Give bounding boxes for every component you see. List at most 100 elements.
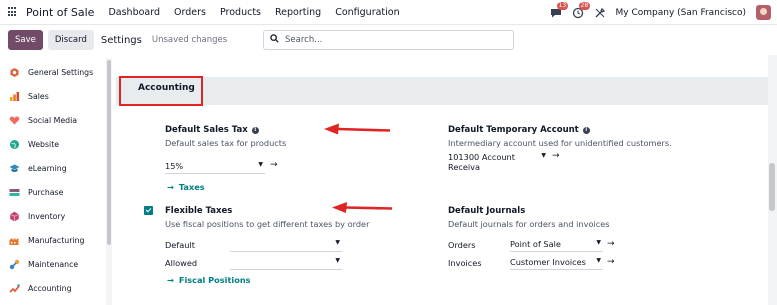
company-switcher[interactable]: My Company (San Francisco) <box>616 8 746 18</box>
wrench-icon <box>9 259 20 270</box>
discard-button[interactable]: Discard <box>47 30 94 50</box>
menu-reporting[interactable]: Reporting <box>275 7 321 18</box>
sidebar-item-general-settings[interactable]: General Settings <box>0 63 106 81</box>
sidebar-item-elearning[interactable]: eLearning <box>0 159 106 177</box>
menu-configuration[interactable]: Configuration <box>335 7 399 18</box>
apps-menu-icon[interactable] <box>8 7 18 17</box>
globe-icon <box>9 139 20 150</box>
box-icon <box>9 211 20 222</box>
systray: 13 28 My Company (San Francisco) <box>550 0 771 25</box>
user-avatar[interactable] <box>756 5 771 20</box>
arrow-right-icon: → <box>167 182 174 192</box>
accounting-icon <box>9 283 20 294</box>
sidebar-item-manufacturing[interactable]: Manufacturing <box>0 231 106 249</box>
app-brand[interactable]: Point of Sale <box>26 6 94 19</box>
activity-clock-icon[interactable]: 28 <box>572 1 591 19</box>
sidebar-item-label: General Settings <box>28 67 94 77</box>
invoices-journal-value: Customer Invoices <box>510 257 586 267</box>
orders-journal-value: Point of Sale <box>510 239 561 249</box>
heart-icon <box>9 115 20 126</box>
page-title: Settings <box>100 34 142 46</box>
sidebar-item-label: Social Media <box>28 115 78 125</box>
red-annotation-arrow <box>324 123 391 135</box>
internal-link-arrow-icon[interactable]: → <box>607 239 615 249</box>
search-box[interactable] <box>263 30 514 50</box>
internal-link-arrow-icon[interactable]: → <box>270 160 278 170</box>
messages-icon[interactable]: 13 <box>550 1 569 19</box>
allowed-fiscal-positions-select[interactable]: ▼ <box>230 257 342 270</box>
menu-products[interactable]: Products <box>220 7 261 18</box>
sidebar-item-label: Purchase <box>28 187 64 197</box>
search-icon <box>270 34 279 46</box>
default-sales-tax-description: Default sales tax for products <box>165 138 287 148</box>
default-temporary-account-title: Default Temporary Account <box>448 125 579 135</box>
debug-tools-icon[interactable] <box>594 7 606 19</box>
highlight-box <box>119 76 203 106</box>
default-sales-tax-title: Default Sales Tax <box>165 125 248 135</box>
chevron-down-icon: ▼ <box>335 239 340 246</box>
purchase-icon <box>9 187 20 198</box>
chevron-down-icon: ▼ <box>596 257 601 264</box>
chevron-down-icon: ▼ <box>596 239 601 246</box>
default-sales-tax-value: 15% <box>165 161 184 171</box>
default-sales-tax-label: Default Sales Tax i <box>165 125 259 135</box>
settings-sidebar: General Settings Sales Social Media Webs… <box>0 58 108 305</box>
fiscal-positions-link[interactable]: → Fiscal Positions <box>167 275 251 285</box>
save-button[interactable]: Save <box>8 30 43 50</box>
invoices-journal-select[interactable]: Customer Invoices ▼ <box>510 257 603 270</box>
flexible-taxes-checkbox[interactable] <box>144 206 153 215</box>
info-icon[interactable]: i <box>582 127 590 134</box>
orders-journal-label: Orders <box>448 240 476 250</box>
sidebar-item-label: Website <box>28 139 60 149</box>
default-sales-tax-select[interactable]: 15% ▼ <box>165 161 265 174</box>
flexible-taxes-description: Use fiscal positions to get different ta… <box>165 219 370 229</box>
sidebar-item-label: eLearning <box>28 163 67 173</box>
default-journals-label: Default Journals <box>448 206 526 216</box>
graduation-icon <box>9 163 20 174</box>
sidebar-item-maintenance[interactable]: Maintenance <box>0 255 106 273</box>
activity-badge: 28 <box>578 1 591 10</box>
sales-chart-icon <box>9 91 20 102</box>
default-temporary-account-label: Default Temporary Account i <box>448 125 590 135</box>
taxes-link-label: Taxes <box>178 182 205 192</box>
top-navbar: Point of Sale Dashboard Orders Products … <box>0 0 777 25</box>
orders-journal-select[interactable]: Point of Sale ▼ <box>510 239 603 252</box>
default-fiscal-position-label: Default <box>165 240 195 250</box>
arrow-right-icon: → <box>167 275 174 285</box>
menu-orders[interactable]: Orders <box>174 7 206 18</box>
main-scrollbar-thumb[interactable] <box>769 163 775 211</box>
red-annotation-arrow <box>332 202 393 213</box>
info-icon[interactable]: i <box>251 127 259 134</box>
default-temporary-account-select[interactable]: 101300 Account Receiva ▼ <box>448 152 548 172</box>
sidebar-item-label: Maintenance <box>28 259 79 269</box>
internal-link-arrow-icon[interactable]: → <box>607 257 615 267</box>
gear-icon <box>9 67 20 78</box>
chevron-down-icon: ▼ <box>258 161 263 168</box>
invoices-journal-label: Invoices <box>448 258 482 268</box>
sidebar-item-website[interactable]: Website <box>0 135 106 153</box>
default-temporary-account-description: Intermediary account used for unidentifi… <box>448 138 672 148</box>
control-panel: Save Discard Settings Unsaved changes <box>0 25 777 55</box>
unsaved-changes-status: Unsaved changes <box>151 35 228 45</box>
search-input[interactable] <box>285 35 505 45</box>
flexible-taxes-label: Flexible Taxes <box>165 206 233 216</box>
factory-icon <box>9 235 20 246</box>
section-header: Accounting <box>116 77 768 105</box>
main-menu: Dashboard Orders Products Reporting Conf… <box>108 7 399 18</box>
taxes-link[interactable]: → Taxes <box>167 182 205 192</box>
sidebar-item-label: Manufacturing <box>28 235 85 245</box>
chevron-down-icon: ▼ <box>335 257 340 264</box>
sidebar-item-label: Accounting <box>28 283 72 293</box>
messages-badge: 13 <box>556 1 569 10</box>
sidebar-item-purchase[interactable]: Purchase <box>0 183 106 201</box>
fiscal-positions-link-label: Fiscal Positions <box>178 275 251 285</box>
sidebar-item-sales[interactable]: Sales <box>0 87 106 105</box>
internal-link-arrow-icon[interactable]: → <box>552 151 560 161</box>
sidebar-item-inventory[interactable]: Inventory <box>0 207 106 225</box>
sidebar-item-social-media[interactable]: Social Media <box>0 111 106 129</box>
menu-dashboard[interactable]: Dashboard <box>108 7 160 18</box>
chevron-down-icon: ▼ <box>541 152 546 159</box>
sidebar-scrollbar-thumb[interactable] <box>107 60 111 245</box>
sidebar-item-accounting[interactable]: Accounting <box>0 279 106 297</box>
default-fiscal-position-select[interactable]: ▼ <box>230 239 342 252</box>
